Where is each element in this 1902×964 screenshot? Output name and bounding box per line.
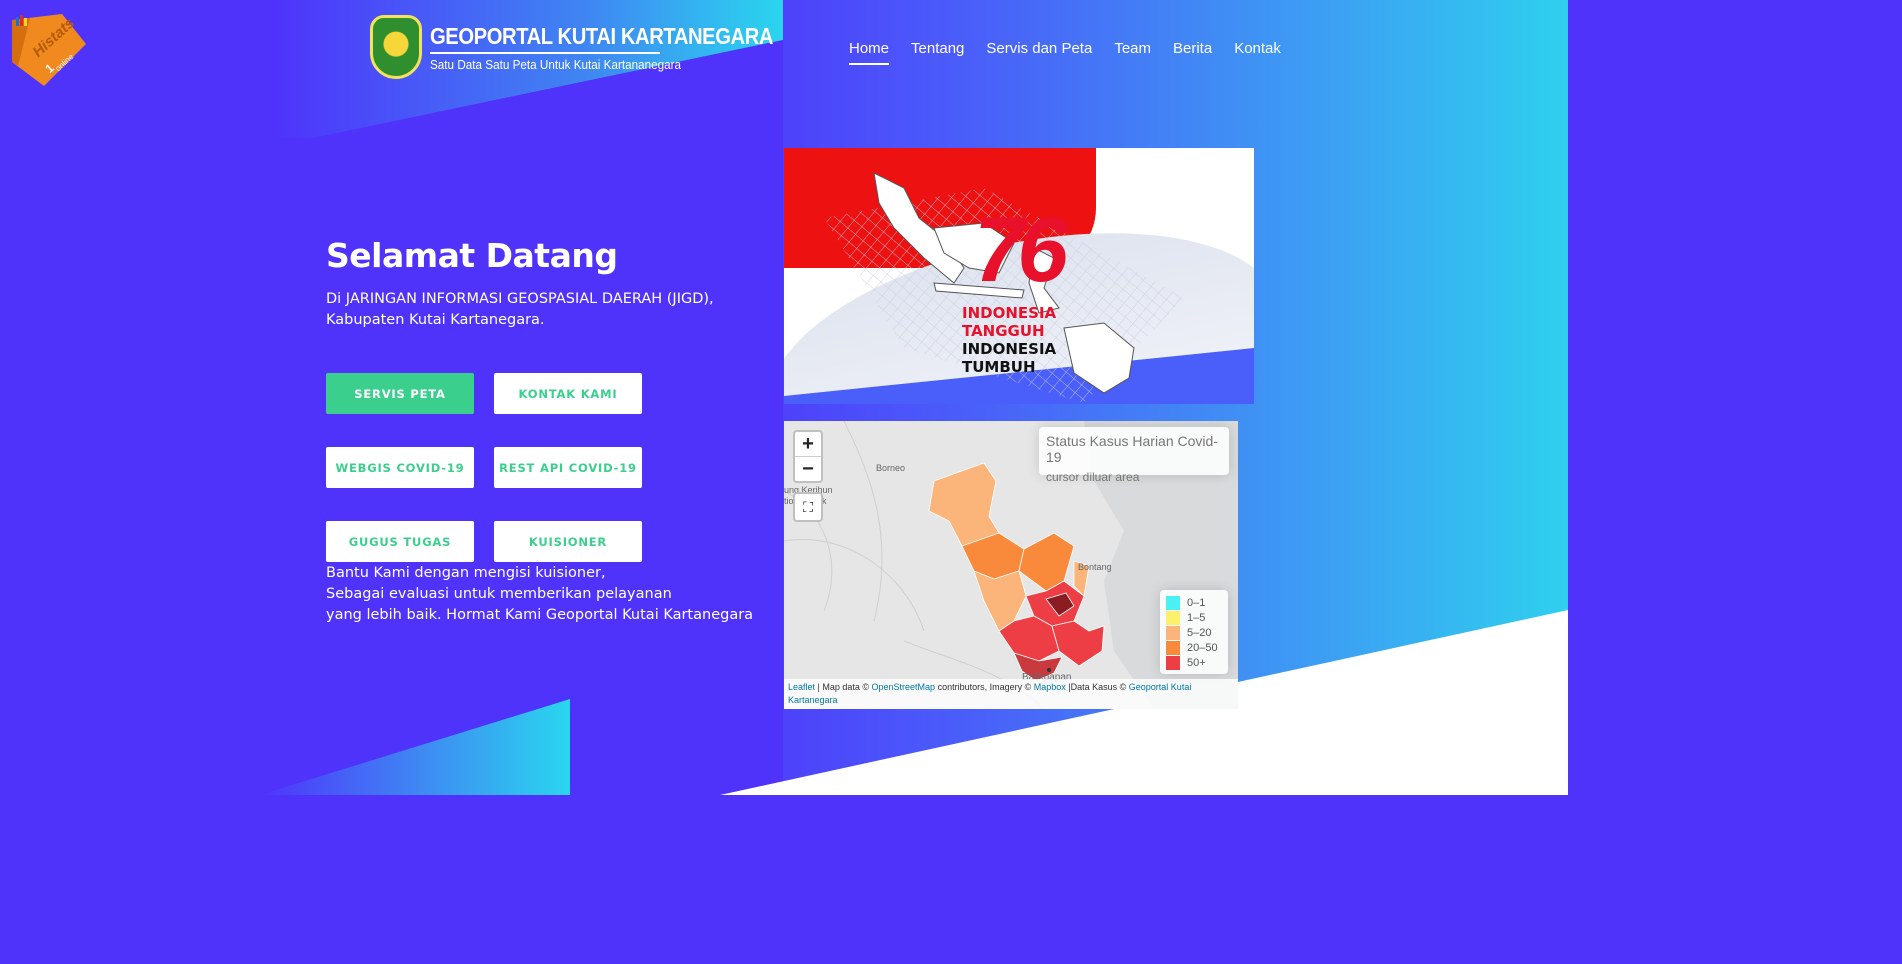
banner-text-tangguh: INDONESIA TANGGUH: [962, 304, 1056, 340]
kukar-emblem-icon: [370, 15, 422, 79]
hero-section: Selamat Datang Di JARINGAN INFORMASI GEO…: [326, 236, 766, 331]
nav-item-team[interactable]: Team: [1114, 40, 1151, 65]
legend-swatch: [1166, 610, 1180, 625]
banner-text-tumbuh: INDONESIA TUMBUH: [962, 340, 1056, 376]
map-info-panel: Status Kasus Harian Covid-19 cursor dilu…: [1039, 427, 1229, 484]
site-title: GEOPORTAL KUTAI KARTANEGARA: [430, 22, 774, 49]
map-attribution: Leaflet | Map data © OpenStreetMap contr…: [784, 679, 1238, 709]
site-logo[interactable]: GEOPORTAL KUTAI KARTANEGARA Satu Data Sa…: [370, 15, 820, 79]
hero-line-1: Di JARINGAN INFORMASI GEOSPASIAL DAERAH …: [326, 291, 714, 307]
note-line-3: yang lebih baik. Hormat Kami Geoportal K…: [326, 607, 754, 623]
covid-map[interactable]: Borneo ung Kerihun tional Park Bontang B…: [784, 421, 1238, 709]
banner-anniversary-number: 76: [974, 199, 1068, 301]
rest-api-covid-button[interactable]: REST API COVID-19: [494, 447, 642, 488]
legend-swatch: [1166, 640, 1180, 655]
info-title: Status Kasus Harian Covid-19: [1046, 433, 1218, 465]
attribution-text: contributors, Imagery ©: [935, 682, 1034, 692]
legend-item: 5–20: [1166, 625, 1222, 640]
legend-label: 5–20: [1187, 626, 1212, 639]
legend-item: 50+: [1166, 655, 1222, 670]
hero-line-2: Kabupaten Kutai Kartanegara.: [326, 312, 545, 328]
independence-day-banner: 76 INDONESIA TANGGUH INDONESIA TUMBUH: [784, 148, 1254, 404]
legend-label: 50+: [1187, 656, 1206, 669]
legend-label: 0–1: [1187, 596, 1206, 609]
legend-item: 20–50: [1166, 640, 1222, 655]
legend-item: 0–1: [1166, 595, 1222, 610]
hero-description: Di JARINGAN INFORMASI GEOSPASIAL DAERAH …: [326, 289, 766, 331]
map-label-borneo: Borneo: [876, 463, 906, 473]
nav-item-berita[interactable]: Berita: [1173, 40, 1212, 65]
questionnaire-note: Bantu Kami dengan mengisi kuisioner, Seb…: [326, 563, 753, 626]
legend-swatch: [1166, 625, 1180, 640]
zoom-in-button[interactable]: +: [795, 432, 821, 456]
servis-peta-button[interactable]: SERVIS PETA: [326, 373, 474, 414]
banner-line-1: INDONESIA: [962, 304, 1057, 322]
attribution-text: | Map data ©: [815, 682, 872, 692]
mapbox-link[interactable]: Mapbox: [1034, 682, 1066, 692]
nav-item-servis-dan-peta[interactable]: Servis dan Peta: [986, 40, 1092, 65]
legend-swatch: [1166, 655, 1180, 670]
main-nav: Home Tentang Servis dan Peta Team Berita…: [849, 40, 1281, 65]
nav-item-kontak[interactable]: Kontak: [1234, 40, 1281, 65]
nav-item-home[interactable]: Home: [849, 40, 890, 65]
fullscreen-icon[interactable]: ⛶: [793, 492, 823, 522]
map-zoom-control: + −: [793, 430, 823, 483]
info-subtitle: cursor diluar area: [1046, 470, 1140, 484]
histats-counter-widget[interactable]: Histats 1 online: [10, 14, 88, 88]
gugus-tugas-button[interactable]: GUGUS TUGAS: [326, 521, 474, 562]
note-line-1: Bantu Kami dengan mengisi kuisioner,: [326, 565, 606, 581]
map-legend: 0–1 1–5 5–20 20–50 50+: [1160, 590, 1228, 674]
hero-title: Selamat Datang: [326, 236, 618, 275]
legend-label: 20–50: [1187, 641, 1218, 654]
legend-label: 1–5: [1187, 611, 1206, 624]
nav-item-tentang[interactable]: Tentang: [911, 40, 964, 65]
histats-ribbon-icon: Histats 1 online: [12, 14, 86, 86]
zoom-out-button[interactable]: −: [795, 456, 821, 481]
note-line-2: Sebagai evaluasi untuk memberikan pelaya…: [326, 586, 672, 602]
logo-text: GEOPORTAL KUTAI KARTANEGARA Satu Data Sa…: [430, 23, 820, 72]
kontak-kami-button[interactable]: KONTAK KAMI: [494, 373, 642, 414]
webgis-covid-button[interactable]: WEBGIS COVID-19: [326, 447, 474, 488]
legend-item: 1–5: [1166, 610, 1222, 625]
map-label-bontang: Bontang: [1078, 562, 1112, 572]
attribution-text: |Data Kasus ©: [1065, 682, 1129, 692]
banner-line-4: TUMBUH: [962, 358, 1036, 376]
logo-divider: [430, 51, 660, 54]
openstreetmap-link[interactable]: OpenStreetMap: [872, 682, 936, 692]
site-tagline: Satu Data Satu Peta Untuk Kutai Kartanan…: [430, 56, 682, 72]
legend-swatch: [1166, 595, 1180, 610]
leaflet-link[interactable]: Leaflet: [788, 682, 815, 692]
kuisioner-button[interactable]: KUISIONER: [494, 521, 642, 562]
banner-line-2: TANGGUH: [962, 322, 1045, 340]
banner-line-3: INDONESIA: [962, 340, 1057, 358]
